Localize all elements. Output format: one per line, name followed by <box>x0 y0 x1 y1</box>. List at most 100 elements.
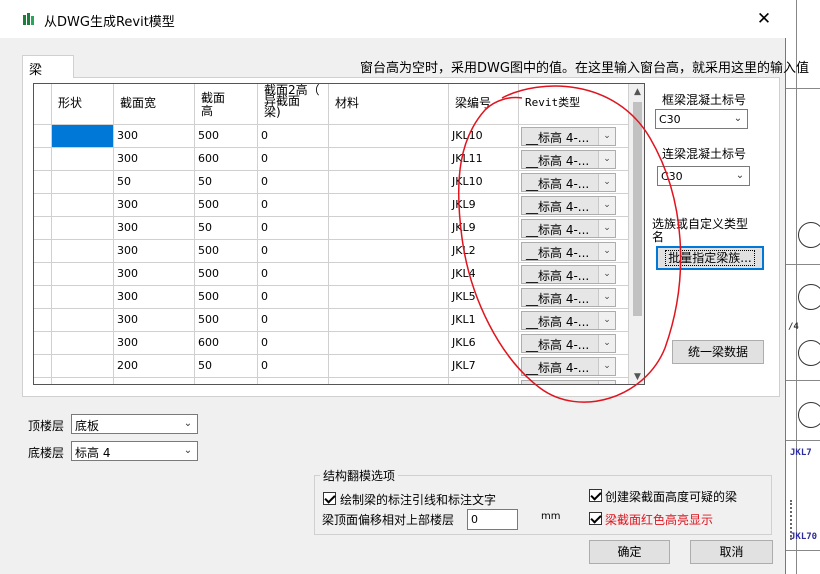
column-header-shape[interactable]: 形状 <box>52 84 114 125</box>
cell-id[interactable]: JKL2 <box>449 240 519 263</box>
cell-material[interactable] <box>329 263 449 286</box>
cell-height2[interactable]: 0 <box>258 194 329 217</box>
scroll-up-icon[interactable]: ▲ <box>629 84 644 101</box>
cell-shape[interactable] <box>52 148 114 171</box>
cell-height[interactable]: 50 <box>195 217 258 240</box>
table-row[interactable]: 50 50 0 JKL10 __标高 4-... ⌄ <box>34 171 629 194</box>
revit-type-combo[interactable]: __标高 4-... ⌄ <box>521 242 616 261</box>
cell-shape[interactable] <box>52 309 114 332</box>
cell-material[interactable] <box>329 194 449 217</box>
cell-height[interactable] <box>195 378 258 384</box>
row-header[interactable] <box>34 355 52 378</box>
highlight-red-label[interactable]: 梁截面红色高亮显示 <box>605 511 713 528</box>
row-header[interactable] <box>34 194 52 217</box>
cell-shape[interactable] <box>52 332 114 355</box>
revit-type-combo[interactable]: __标高 4-... ⌄ <box>521 150 616 169</box>
cell-height2[interactable]: 0 <box>258 217 329 240</box>
revit-type-combo[interactable]: __标高 4-... ⌄ <box>521 173 616 192</box>
cell-shape[interactable] <box>52 240 114 263</box>
cell-id[interactable]: JKL9 <box>449 217 519 240</box>
cell-height[interactable]: 500 <box>195 263 258 286</box>
row-header[interactable] <box>34 332 52 355</box>
cell-material[interactable] <box>329 309 449 332</box>
cell-id[interactable]: JKL7 <box>449 355 519 378</box>
cell-material[interactable] <box>329 125 449 148</box>
table-row[interactable]: 200 50 0 JKL7 __标高 4-... ⌄ <box>34 355 629 378</box>
cell-id[interactable]: JKL10 <box>449 125 519 148</box>
table-row[interactable]: 300 500 0 JKL10 __标高 4-... ⌄ <box>34 125 629 148</box>
row-header[interactable] <box>34 263 52 286</box>
cell-id[interactable]: JKL4 <box>449 263 519 286</box>
top-floor-select[interactable]: 底板 ⌄ <box>71 414 198 434</box>
cell-width[interactable]: 300 <box>114 309 195 332</box>
cell-width[interactable]: 300 <box>114 148 195 171</box>
unify-beam-data-button[interactable]: 统一梁数据 <box>672 340 764 364</box>
cell-shape[interactable] <box>52 355 114 378</box>
cell-material[interactable] <box>329 171 449 194</box>
cell-width[interactable]: 300 <box>114 240 195 263</box>
cell-height2[interactable]: 0 <box>258 263 329 286</box>
cell-width[interactable]: 50 <box>114 171 195 194</box>
draw-annotations-label[interactable]: 绘制梁的标注引线和标注文字 <box>340 491 496 508</box>
cell-id[interactable]: JKL5 <box>449 286 519 309</box>
revit-type-combo[interactable]: __标高 4-... ⌄ <box>521 196 616 215</box>
row-header[interactable] <box>34 171 52 194</box>
cell-height2[interactable]: 0 <box>258 148 329 171</box>
cell-height[interactable]: 500 <box>195 309 258 332</box>
cell-height[interactable]: 500 <box>195 286 258 309</box>
column-header-beam-id[interactable]: 梁编号 <box>449 84 519 125</box>
table-row[interactable]: 300 600 0 JKL11 __标高 4-... ⌄ <box>34 148 629 171</box>
column-header-material[interactable]: 材料 <box>329 84 449 125</box>
revit-type-combo[interactable]: __标高 4-... ⌄ <box>521 311 616 330</box>
row-header[interactable] <box>34 286 52 309</box>
row-header[interactable] <box>34 378 52 384</box>
cell-shape[interactable] <box>52 194 114 217</box>
cell-material[interactable] <box>329 355 449 378</box>
batch-assign-family-button[interactable]: 批量指定梁族... <box>656 246 764 270</box>
cell-height2[interactable]: 0 <box>258 286 329 309</box>
cell-width[interactable] <box>114 378 195 384</box>
column-header-height2[interactable]: 截面2高（ 异截面 梁) <box>258 84 329 125</box>
revit-type-combo[interactable]: __标高 4-... ⌄ <box>521 380 616 384</box>
table-row[interactable]: 300 50 0 JKL9 __标高 4-... ⌄ <box>34 217 629 240</box>
cell-height2[interactable]: 0 <box>258 309 329 332</box>
revit-type-combo[interactable]: __标高 4-... ⌄ <box>521 219 616 238</box>
cell-shape[interactable] <box>52 378 114 384</box>
cell-material[interactable] <box>329 378 449 384</box>
create-suspicious-checkbox[interactable] <box>589 489 602 502</box>
cell-shape[interactable] <box>52 171 114 194</box>
cell-shape[interactable] <box>52 263 114 286</box>
cell-id[interactable]: JKL9 <box>449 194 519 217</box>
table-row[interactable]: 300 500 0 JKL4 __标高 4-... ⌄ <box>34 263 629 286</box>
close-button[interactable]: ✕ <box>744 8 784 30</box>
offset-input[interactable]: 0 <box>467 509 518 530</box>
cell-width[interactable]: 300 <box>114 217 195 240</box>
cell-height[interactable]: 500 <box>195 125 258 148</box>
scroll-down-icon[interactable]: ▼ <box>629 369 644 384</box>
cell-width[interactable]: 300 <box>114 125 195 148</box>
cell-height2[interactable]: 0 <box>258 171 329 194</box>
table-row[interactable]: 300 500 0 JKL9 __标高 4-... ⌄ <box>34 194 629 217</box>
cell-height2[interactable]: 0 <box>258 240 329 263</box>
cell-material[interactable] <box>329 148 449 171</box>
cell-width[interactable]: 300 <box>114 194 195 217</box>
cell-height2[interactable]: 0 <box>258 332 329 355</box>
cell-width[interactable]: 300 <box>114 286 195 309</box>
highlight-red-checkbox[interactable] <box>589 512 602 525</box>
column-header-width[interactable]: 截面宽 <box>114 84 195 125</box>
row-header[interactable] <box>34 125 52 148</box>
cell-id[interactable]: JKL10 <box>449 171 519 194</box>
cell-height[interactable]: 500 <box>195 240 258 263</box>
link-concrete-select[interactable]: C30 ⌄ <box>657 166 750 186</box>
cell-height[interactable]: 600 <box>195 148 258 171</box>
table-row[interactable]: 300 500 0 JKL5 __标高 4-... ⌄ <box>34 286 629 309</box>
cell-width[interactable]: 300 <box>114 332 195 355</box>
bottom-floor-select[interactable]: 标高 4 ⌄ <box>71 441 198 461</box>
cell-height[interactable]: 50 <box>195 355 258 378</box>
row-header[interactable] <box>34 240 52 263</box>
table-row[interactable]: 300 500 0 JKL2 __标高 4-... ⌄ <box>34 240 629 263</box>
cell-id[interactable]: JKL6 <box>449 332 519 355</box>
cancel-button[interactable]: 取消 <box>690 540 773 564</box>
table-row[interactable]: 300 600 0 JKL6 __标高 4-... ⌄ <box>34 332 629 355</box>
revit-type-combo[interactable]: __标高 4-... ⌄ <box>521 334 616 353</box>
